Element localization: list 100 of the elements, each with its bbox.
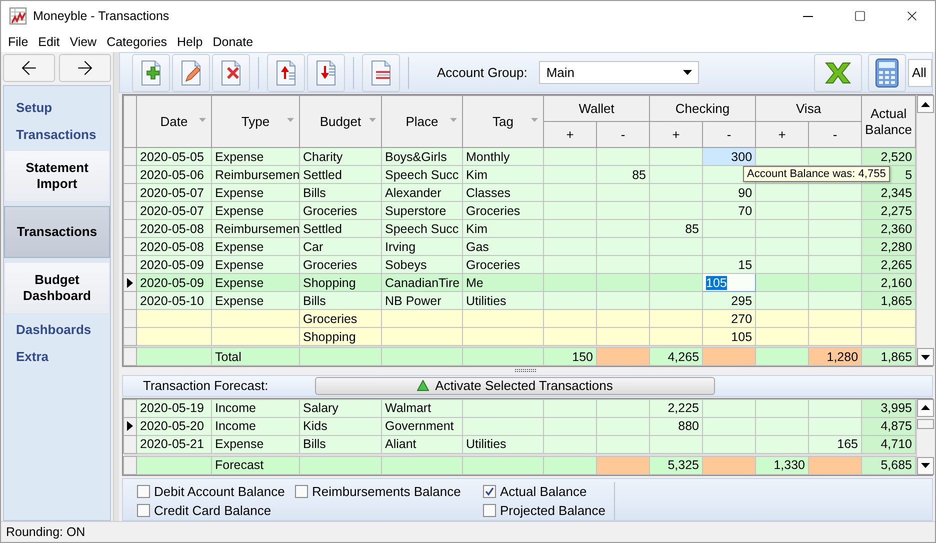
scroll-thumb[interactable] xyxy=(917,418,934,429)
amount-cell: 2,225 xyxy=(650,399,702,418)
add-button[interactable] xyxy=(132,54,170,92)
amount-cell: 4,265 xyxy=(650,348,703,366)
account-group-label: Account Group: xyxy=(437,65,528,80)
down-arrow-icon xyxy=(921,463,930,468)
maximize-icon xyxy=(854,10,866,22)
table-cell: Alexander xyxy=(382,184,462,202)
edit-button[interactable] xyxy=(172,54,210,92)
amount-cell: 150 xyxy=(544,348,596,366)
table-cell: Charity xyxy=(300,148,382,166)
delete-button[interactable] xyxy=(212,54,250,92)
nav-link[interactable]: Dashboards xyxy=(4,316,110,343)
column-header[interactable]: Place xyxy=(382,96,462,148)
table-cell: Utilities xyxy=(462,435,544,454)
nav-button[interactable]: Budget Dashboard xyxy=(4,262,110,314)
balance-checkbox[interactable]: Projected Balance xyxy=(483,500,606,520)
table-cell: NB Power xyxy=(382,292,462,310)
move-up-button[interactable] xyxy=(267,54,305,92)
balance-checkbox[interactable]: Debit Account Balance xyxy=(137,482,295,501)
balance-cell: 4,710 xyxy=(862,435,916,454)
table-cell: Superstore xyxy=(382,202,462,220)
table-cell: 2020-05-08 xyxy=(136,220,212,238)
table-cell: 2020-05-07 xyxy=(136,202,212,220)
scrollbar[interactable] xyxy=(916,95,934,366)
table-cell: Shopping xyxy=(300,328,382,346)
column-header[interactable]: Budget xyxy=(300,96,382,148)
balance-checkbox[interactable]: Reimbursements Balance xyxy=(295,482,483,501)
export-button[interactable] xyxy=(814,54,862,92)
account-group-dropdown[interactable]: Main xyxy=(539,61,700,84)
calculator-button[interactable] xyxy=(868,54,906,92)
nav-link[interactable]: Extra xyxy=(4,343,110,370)
row-header[interactable] xyxy=(124,417,136,436)
activate-button[interactable]: Activate Selected Transactions xyxy=(315,376,715,395)
nav-button[interactable]: Statement Import xyxy=(4,150,110,202)
table-cell: Government xyxy=(382,417,462,436)
amount-cell: 70 xyxy=(702,202,756,220)
amount-cell: 5,325 xyxy=(650,456,702,474)
amount-cell: 165 xyxy=(808,435,862,454)
table-cell: Speech Succ xyxy=(382,166,462,184)
table-cell: Expense xyxy=(212,148,300,166)
table-cell: Settled xyxy=(300,166,382,184)
table-cell: 2020-05-19 xyxy=(136,399,212,418)
scroll-down-button[interactable] xyxy=(917,456,934,475)
balance-cell: 2,280 xyxy=(862,238,916,256)
table-cell: Expense xyxy=(212,292,300,310)
forward-button[interactable] xyxy=(59,54,111,82)
current-row-icon xyxy=(127,421,133,432)
nav-link[interactable]: Transactions xyxy=(4,121,110,148)
balance-cell: 2,345 xyxy=(862,184,916,202)
column-header[interactable]: Date xyxy=(136,96,212,148)
menu-item[interactable]: Edit xyxy=(33,34,65,48)
scroll-down-button[interactable] xyxy=(917,348,934,366)
table-cell: Salary xyxy=(300,399,382,418)
nav-button[interactable]: Transactions xyxy=(4,206,110,258)
balance-cell: 3,995 xyxy=(862,399,916,418)
triangle-icon xyxy=(417,380,430,392)
table-cell: Bills xyxy=(300,292,382,310)
nav-link[interactable]: Setup xyxy=(4,94,110,121)
back-button[interactable] xyxy=(3,54,55,82)
table-cell: Kim xyxy=(462,220,544,238)
split-button[interactable] xyxy=(362,54,400,92)
column-header[interactable]: Type xyxy=(212,96,300,148)
table-cell: Car xyxy=(300,238,382,256)
sub-column-header: + xyxy=(650,122,703,148)
app-logo-icon xyxy=(9,7,27,25)
menu-item[interactable]: File xyxy=(3,34,34,48)
scroll-up-button[interactable] xyxy=(917,95,934,114)
menu-item[interactable]: View xyxy=(64,34,102,48)
scrollbar[interactable] xyxy=(916,398,934,475)
amount-cell: 85 xyxy=(596,166,650,184)
balance-cell: 2,520 xyxy=(862,148,916,166)
column-header[interactable]: Tag xyxy=(462,96,544,148)
edited-value[interactable]: 105 xyxy=(706,276,727,290)
table-cell: 2020-05-05 xyxy=(136,148,212,166)
current-row-icon xyxy=(127,278,133,288)
balance-checkbox[interactable]: Credit Card Balance xyxy=(137,500,295,520)
amount-cell: 880 xyxy=(650,417,702,436)
table-cell: 2020-05-08 xyxy=(136,238,212,256)
table-cell: Boys&Girls xyxy=(382,148,462,166)
filter-field[interactable]: All xyxy=(908,58,932,87)
menu-item[interactable]: Categories xyxy=(102,34,172,48)
table-cell: Bills xyxy=(300,184,382,202)
checkmark-icon xyxy=(485,486,494,496)
menu-item[interactable]: Help xyxy=(172,34,208,48)
sub-column-header: + xyxy=(756,122,809,148)
total-label: Total xyxy=(212,348,300,366)
menu-item[interactable]: Donate xyxy=(208,34,258,48)
move-down-button[interactable] xyxy=(307,54,345,92)
scroll-up-button[interactable] xyxy=(917,398,934,417)
balance-cell: 5,685 xyxy=(862,456,916,474)
table-cell: Me xyxy=(462,274,544,292)
table-cell: Monthly xyxy=(462,148,544,166)
table-cell: Groceries xyxy=(462,202,544,220)
column-header[interactable]: Actual Balance xyxy=(862,96,916,148)
row-header xyxy=(124,456,136,474)
row-header[interactable] xyxy=(124,274,136,292)
table-cell: Bills xyxy=(300,435,382,454)
balance-checkbox[interactable]: Actual Balance xyxy=(483,482,606,501)
amount-cell: 105 xyxy=(702,328,756,346)
